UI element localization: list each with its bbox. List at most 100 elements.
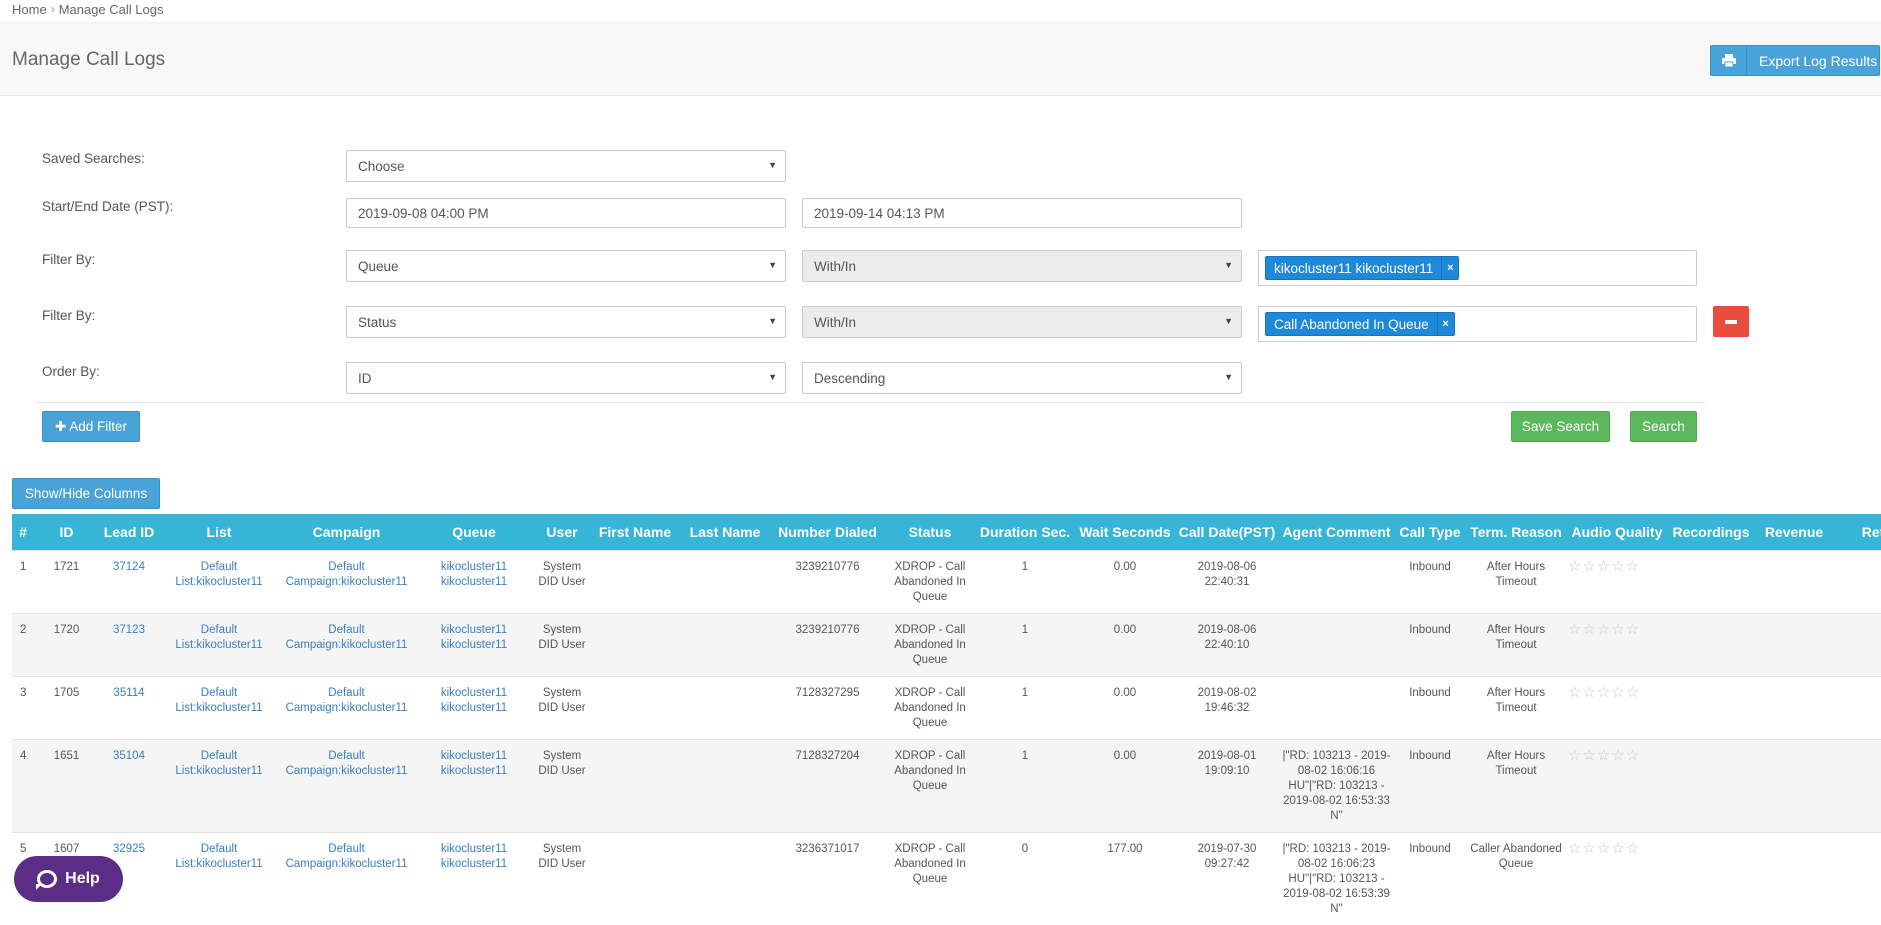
column-header[interactable]: User [534,514,590,550]
table-cell: 1 [12,549,34,613]
table-cell: After Hours Timeout [1466,612,1566,676]
queue-link[interactable]: kikocluster11 kikocluster11 [441,843,507,870]
id-cell: 1607 [53,842,80,855]
table-row[interactable]: 2 1720 37123 Default List:kikocluster11 Defa… [12,612,1881,676]
column-header[interactable]: Campaign [279,514,414,550]
remove-tag-icon[interactable]: × [1441,257,1458,279]
campaign-link[interactable]: Default Campaign:kikocluster11 [286,624,408,651]
campaign-link[interactable]: Default Campaign:kikocluster11 [286,561,408,588]
list-link[interactable]: Default List:kikocluster11 [175,843,262,870]
filter-field-select-1[interactable]: Queue [346,250,786,282]
list-link[interactable]: Default List:kikocluster11 [175,750,262,777]
breadcrumb-home[interactable]: Home [12,2,47,17]
help-button[interactable]: Help [14,856,123,902]
lead-id-link[interactable]: 32925 [113,843,145,855]
end-date-input[interactable]: 2019-09-14 04:13 PM [802,198,1242,228]
column-header[interactable]: Agent Comment [1279,514,1394,550]
call-type-cell: Inbound [1409,749,1451,762]
table-row[interactable]: 3 1705 35114 Default List:kikocluster11 Defa… [12,675,1881,739]
table-cell [590,831,680,925]
queue-link[interactable]: kikocluster11 kikocluster11 [441,750,507,777]
call-date-cell: 2019-08-01 19:09:10 [1197,749,1257,777]
table-cell: After Hours Timeout [1466,738,1566,832]
column-header[interactable]: Call Type [1394,514,1466,550]
lead-id-link[interactable]: 37124 [113,561,145,573]
table-cell: 1 [975,738,1075,832]
column-header[interactable]: Last Name [680,514,770,550]
column-header[interactable]: Lead ID [99,514,159,550]
column-header[interactable]: Number Dialed [770,514,885,550]
call-type-cell: Inbound [1409,842,1451,855]
table-cell: After Hours Timeout [1466,549,1566,613]
filter-values-input-2[interactable]: Call Abandoned In Queue × [1258,306,1697,342]
remove-filter-button[interactable] [1713,306,1749,337]
column-header[interactable]: Duration Sec. [975,514,1075,550]
table-cell: XDROP - Call Abandoned In Queue [885,738,975,832]
audio-quality-rating[interactable]: ☆☆☆☆☆ [1568,558,1640,575]
search-button[interactable]: Search [1630,411,1697,442]
show-hide-columns-button[interactable]: Show/Hide Columns [12,478,160,509]
queue-link[interactable]: kikocluster11 kikocluster11 [441,687,507,714]
table-cell: kikocluster11 kikocluster11 [414,831,534,925]
table-cell: 0.00 [1075,549,1175,613]
table-cell: ☆☆☆☆☆ [1566,549,1668,613]
order-direction-select[interactable]: Descending [802,362,1242,394]
campaign-link[interactable]: Default Campaign:kikocluster11 [286,687,408,714]
column-header[interactable]: Revenue [1754,514,1834,550]
column-header[interactable]: Audio Quality [1566,514,1668,550]
table-cell: Inbound [1394,612,1466,676]
add-filter-button[interactable]: ✚ Add Filter [42,411,140,442]
lead-id-link[interactable]: 37123 [113,624,145,636]
column-header[interactable]: Queue [414,514,534,550]
lead-id-link[interactable]: 35104 [113,750,145,762]
list-link[interactable]: Default List:kikocluster11 [175,624,262,651]
column-header[interactable]: Status [885,514,975,550]
id-cell: 1705 [53,686,80,699]
breadcrumb: Home › Manage Call Logs [12,0,163,18]
audio-quality-rating[interactable]: ☆☆☆☆☆ [1568,621,1640,638]
queue-link[interactable]: kikocluster11 kikocluster11 [441,624,507,651]
lead-id-link[interactable]: 35114 [113,687,144,699]
campaign-link[interactable]: Default Campaign:kikocluster11 [286,843,408,870]
audio-quality-rating[interactable]: ☆☆☆☆☆ [1568,747,1640,764]
filter-operator-select-1[interactable]: With/In [802,250,1242,282]
column-header[interactable]: Call Date(PST) [1175,514,1279,550]
table-cell [1754,831,1834,925]
order-field-select[interactable]: ID [346,362,786,394]
filter-values-input-1[interactable]: kikocluster11 kikocluster11 × [1258,250,1697,286]
audio-quality-rating[interactable]: ☆☆☆☆☆ [1568,840,1640,857]
number-dialed-cell: 3239210776 [795,560,860,573]
minus-icon [1725,319,1737,324]
number-dialed-cell: 7128327295 [795,686,860,699]
wait-seconds-cell: 177.00 [1107,842,1143,855]
table-cell: 0.00 [1075,612,1175,676]
list-link[interactable]: Default List:kikocluster11 [175,561,262,588]
list-link[interactable]: Default List:kikocluster11 [175,687,262,714]
remove-tag-icon[interactable]: × [1436,313,1454,335]
user-cell: System DID User [538,560,586,588]
column-header[interactable]: List [159,514,279,550]
saved-searches-select[interactable]: Choose [346,150,786,182]
filter-field-select-2[interactable]: Status [346,306,786,338]
start-date-input[interactable]: 2019-09-08 04:00 PM [346,198,786,228]
column-header[interactable]: First Name [590,514,680,550]
export-log-results-button[interactable]: Export Log Results [1710,45,1880,76]
table-cell [590,612,680,676]
column-header[interactable]: ID [34,514,99,550]
table-row[interactable]: 4 1651 35104 Default List:kikocluster11 Defa… [12,738,1881,832]
table-cell: XDROP - Call Abandoned In Queue [885,612,975,676]
table-row[interactable]: 5 1607 32925 Default List:kikocluster11 Defa… [12,831,1881,925]
column-header[interactable]: Returned [1834,514,1881,550]
column-header[interactable]: Term. Reason [1466,514,1566,550]
save-search-button[interactable]: Save Search [1511,411,1610,442]
audio-quality-rating[interactable]: ☆☆☆☆☆ [1568,684,1640,701]
filter-operator-select-2[interactable]: With/In [802,306,1242,338]
queue-link[interactable]: kikocluster11 kikocluster11 [441,561,507,588]
column-header[interactable]: Wait Seconds [1075,514,1175,550]
campaign-link[interactable]: Default Campaign:kikocluster11 [286,750,408,777]
table-cell: Inbound [1394,675,1466,739]
column-header[interactable]: Recordings [1668,514,1754,550]
table-row[interactable]: 1 1721 37124 Default List:kikocluster11 Defa… [12,549,1881,613]
column-header[interactable]: # [12,514,34,550]
table-cell: 3239210776 [770,549,885,613]
